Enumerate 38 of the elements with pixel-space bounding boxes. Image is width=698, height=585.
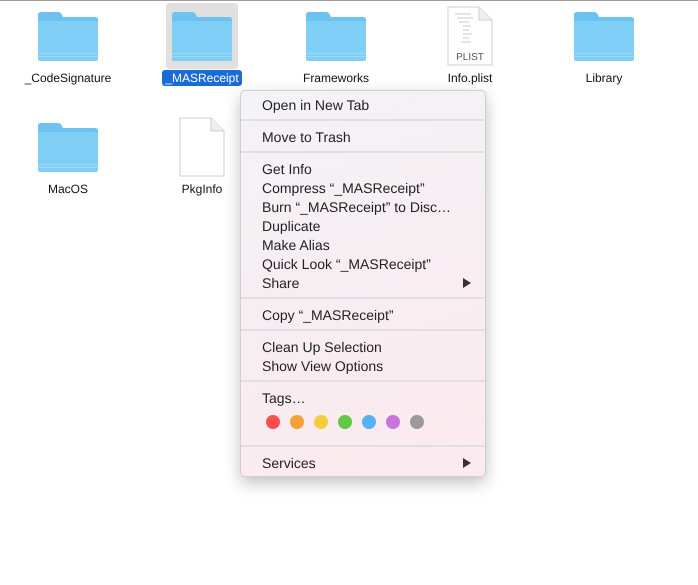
folder-icon[interactable] [304, 9, 368, 63]
menu-item[interactable]: Burn “_MASReceipt” to Disc… [241, 197, 485, 216]
menu-item[interactable]: Get Info [241, 159, 485, 178]
menu-item[interactable]: Services [241, 453, 485, 472]
tag-color-dot[interactable] [338, 415, 352, 429]
menu-item[interactable]: Open in New Tab [241, 95, 485, 114]
menu-item[interactable]: Compress “_MASReceipt” [241, 178, 485, 197]
menu-item[interactable]: Move to Trash [241, 127, 485, 146]
icon-highlight[interactable] [166, 3, 238, 69]
folder-icon[interactable] [572, 9, 636, 63]
file-name[interactable]: MacOS [44, 181, 91, 197]
file-name[interactable]: Info.plist [444, 70, 496, 86]
document-icon[interactable] [179, 117, 225, 177]
menu-item[interactable]: Clean Up Selection [241, 337, 485, 356]
tag-color-dot[interactable] [362, 415, 376, 429]
tag-color-dot[interactable] [386, 415, 400, 429]
menu-item[interactable]: Duplicate [241, 216, 485, 235]
file-name[interactable]: _CodeSignature [22, 70, 114, 86]
menu-item[interactable]: Quick Look “_MASReceipt” [241, 254, 485, 273]
folder-icon[interactable] [36, 120, 100, 174]
menu-item[interactable]: Tags… [241, 388, 485, 407]
file-name[interactable]: Frameworks [300, 70, 372, 86]
folder-icon[interactable] [170, 9, 234, 63]
document-icon[interactable]: PLIST [447, 6, 493, 66]
file-name[interactable]: Library [582, 70, 626, 86]
submenu-arrow-icon [463, 278, 471, 288]
tag-color-dot[interactable] [290, 415, 304, 429]
folder-icon[interactable] [36, 9, 100, 63]
tag-color-dot[interactable] [314, 415, 328, 429]
submenu-arrow-icon [463, 458, 471, 468]
tag-color-dot[interactable] [410, 415, 424, 429]
menu-item[interactable]: Make Alias [241, 235, 485, 254]
file-name[interactable]: _MASReceipt [162, 70, 242, 86]
menu-item[interactable]: Share [241, 273, 485, 292]
file-name[interactable]: PkgInfo [178, 181, 226, 197]
tag-color-dot[interactable] [266, 415, 280, 429]
menu-item[interactable]: Show View Options [241, 356, 485, 375]
menu-item[interactable]: Copy “_MASReceipt” [241, 305, 485, 324]
